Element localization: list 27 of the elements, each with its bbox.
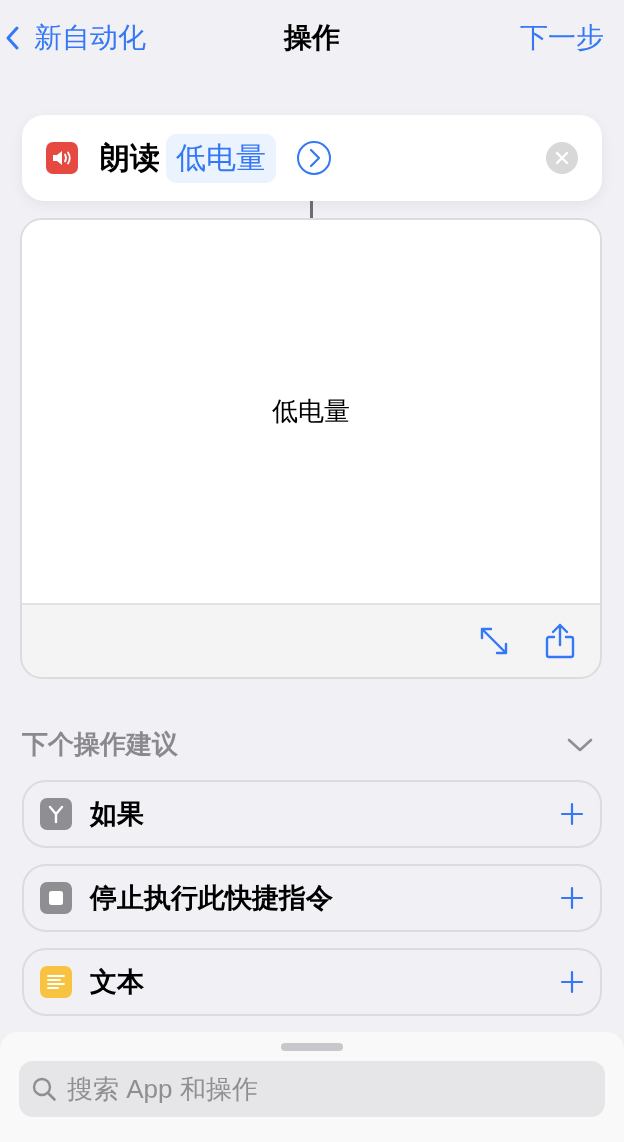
section-heading: 下个操作建议 xyxy=(22,728,178,761)
action-name: 朗读 xyxy=(100,139,160,176)
suggestion-label: 文本 xyxy=(90,966,144,999)
suggestion-row[interactable]: 如果 xyxy=(22,780,602,848)
next-button[interactable]: 下一步 xyxy=(520,19,604,57)
chevron-icon[interactable] xyxy=(566,736,594,753)
suggestion-label: 停止执行此快捷指令 xyxy=(90,882,333,915)
page-title: 操作 xyxy=(282,21,341,55)
stop-icon xyxy=(40,882,72,914)
speaker-icon xyxy=(46,142,78,174)
search-field[interactable]: 搜索 App 和操作 xyxy=(19,1061,605,1117)
chevron-circle-icon[interactable] xyxy=(296,140,332,176)
share-icon[interactable] xyxy=(544,623,576,659)
branch-icon xyxy=(40,798,72,830)
expand-icon[interactable] xyxy=(478,625,510,657)
add-icon[interactable] xyxy=(560,802,584,826)
add-icon[interactable] xyxy=(560,886,584,910)
text-content: 低电量 xyxy=(272,395,350,428)
suggestion-label: 如果 xyxy=(90,798,144,831)
back-chevron-icon[interactable] xyxy=(6,26,20,50)
add-icon[interactable] xyxy=(560,970,584,994)
suggestion-row[interactable]: 停止执行此快捷指令 xyxy=(22,864,602,932)
back-button[interactable]: 新自动化 xyxy=(6,19,146,57)
sheet-handle[interactable] xyxy=(281,1043,343,1051)
suggestion-row[interactable]: 文本 xyxy=(22,948,602,1016)
variable-token[interactable]: 低电量 xyxy=(166,133,276,183)
text-lines-icon xyxy=(40,966,72,998)
